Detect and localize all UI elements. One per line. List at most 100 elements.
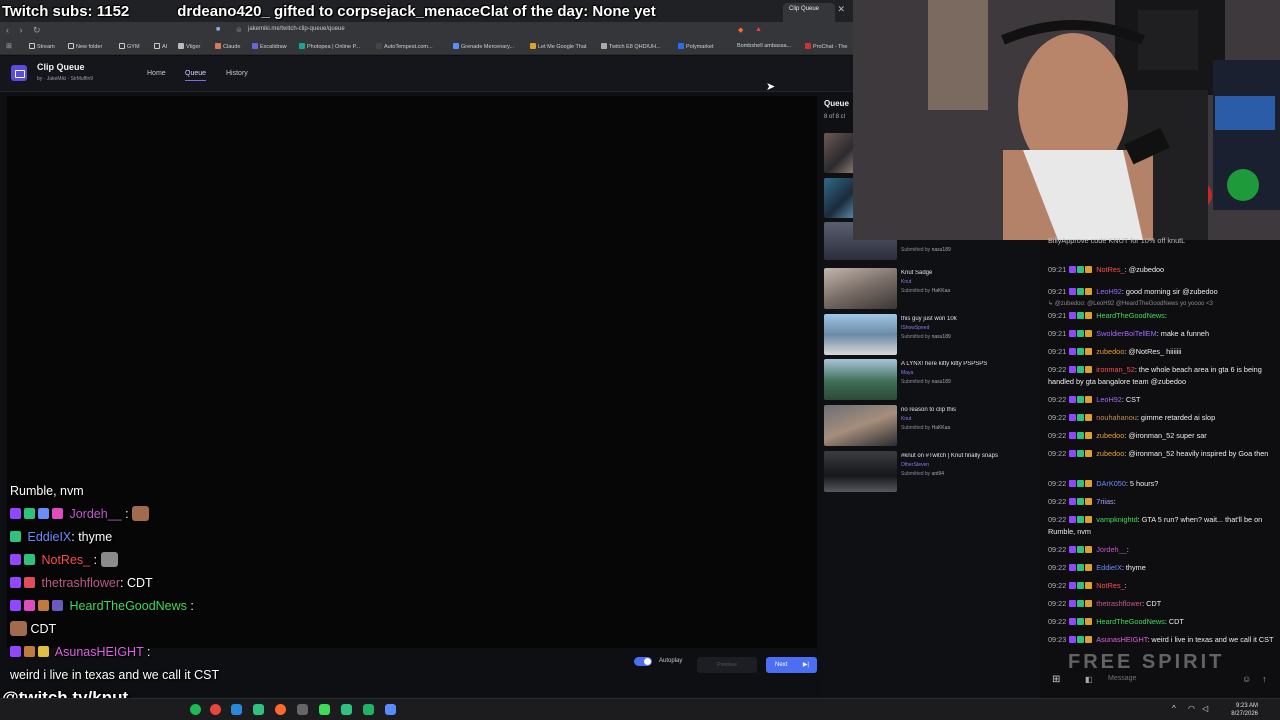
bookmark-excalidraw[interactable]: Excalidraw <box>252 43 287 50</box>
chat-username[interactable]: LeoH92 <box>1096 287 1122 296</box>
wall-poster <box>928 0 988 110</box>
badge-icon <box>1085 348 1093 355</box>
chat-username[interactable]: vampknightd <box>1096 515 1137 524</box>
chat-username[interactable]: HeardTheGoodNews <box>1096 311 1165 320</box>
chat-username[interactable]: HeardTheGoodNews <box>1096 617 1165 626</box>
volume-icon[interactable]: ◁ <box>1202 704 1208 713</box>
queue-item[interactable]: Knut Sadge Knut Submitted by HaKKaa <box>901 270 1041 294</box>
chat-username[interactable]: 7riias <box>1096 497 1113 506</box>
app-icon[interactable] <box>341 704 352 715</box>
chat-username[interactable]: EddieIX <box>1096 563 1122 572</box>
spotify-icon[interactable] <box>190 704 201 715</box>
url-field[interactable]: jakemiki.me/twitch-clip-queue/queue <box>248 26 345 32</box>
queue-item[interactable]: no reason to clip this Knut Submitted by… <box>901 407 1041 431</box>
nav-queue[interactable]: Queue <box>185 70 207 81</box>
clock-date: 8/27/2026 <box>1231 711 1258 717</box>
back-icon[interactable]: ‹ <box>6 25 9 35</box>
site-info-icon[interactable]: ⊜ <box>236 26 242 34</box>
bookmark-grenade[interactable]: Grenade Mercenary... <box>453 43 514 50</box>
bookmark-claude[interactable]: Claude <box>215 43 240 50</box>
chat-username[interactable]: nouhahanou <box>1096 413 1137 422</box>
wifi-icon[interactable]: ◠ <box>1188 704 1195 713</box>
bookmark-icon[interactable]: ■ <box>216 26 220 33</box>
chat-username[interactable]: AsunasHEIGHT <box>1096 635 1147 644</box>
nav-history[interactable]: History <box>226 70 248 77</box>
bookmark-bombshell[interactable]: Bombshell ambassa... <box>737 43 791 49</box>
badge-icon <box>38 508 49 519</box>
queue-item[interactable]: #knut on #Twitch | Knut finally snaps Ot… <box>901 453 1041 477</box>
chat-username[interactable]: NotRes_ <box>1096 265 1124 274</box>
chat-timestamp: 09:22 <box>1048 599 1067 608</box>
chat-username[interactable]: LeoH92 <box>1096 395 1122 404</box>
bookmark-new-folder[interactable]: New folder <box>68 43 102 50</box>
app-icon[interactable] <box>385 704 396 715</box>
badge-icon <box>1069 366 1077 373</box>
chat-settings-icon[interactable]: ◧ <box>1085 675 1093 684</box>
bookmark-prochat[interactable]: ProChat - The <box>805 43 847 50</box>
next-button[interactable]: Next ▶| <box>766 657 817 673</box>
badge-icon <box>1085 564 1093 571</box>
badge-icon <box>1085 288 1093 295</box>
chat-username[interactable]: zubedoo <box>1096 431 1124 440</box>
bookmark-polymarket[interactable]: Polymarket <box>678 43 714 50</box>
chat-username[interactable]: SwoldierBoiTellEM <box>1096 329 1156 338</box>
bookmark-vtiger[interactable]: Vtiger <box>178 43 200 50</box>
apps-grid-icon[interactable]: ⊞ <box>6 42 12 50</box>
queue-thumbnail[interactable] <box>824 178 854 218</box>
queue-thumbnail[interactable] <box>824 405 897 446</box>
nav-home[interactable]: Home <box>147 70 166 77</box>
chat-message: 09:22 HeardTheGoodNews: CDT <box>1048 616 1274 628</box>
chat-grid-icon[interactable]: ⊞ <box>1052 674 1060 685</box>
app-icon[interactable] <box>319 704 330 715</box>
address-bar: ‹ › ↻ ■ ⊜ jakemiki.me/twitch-clip-queue/… <box>0 22 853 40</box>
bookmark-lmgtfy[interactable]: Let Me Google That <box>530 43 587 50</box>
bookmark-twitch[interactable]: Twitch E8 QHD/UH... <box>601 43 661 50</box>
forward-icon[interactable]: › <box>20 25 23 35</box>
chat-username[interactable]: zubedoo <box>1096 347 1124 356</box>
queue-thumbnail[interactable] <box>824 451 897 492</box>
tray-chevron-icon[interactable]: ^ <box>1172 704 1176 713</box>
badge-icon <box>1069 266 1077 273</box>
chat-message-input[interactable]: Message <box>1108 675 1136 682</box>
clock[interactable]: 9:23 AM 8/27/2026 <box>1231 702 1258 718</box>
bookmark-stream[interactable]: Stream <box>29 43 55 50</box>
bookmark-ai[interactable]: AI <box>154 43 167 50</box>
chat-timestamp: 09:22 <box>1048 395 1067 404</box>
app-icon[interactable] <box>253 704 264 715</box>
chat-username[interactable]: zubedoo <box>1096 449 1124 458</box>
reload-icon[interactable]: ↻ <box>33 25 41 35</box>
badge-icon <box>1085 636 1093 643</box>
brave-icon[interactable] <box>275 704 286 715</box>
queue-thumbnail[interactable] <box>824 359 897 400</box>
overlay-chat-line: thetrashflower: CDT <box>10 574 340 597</box>
chrome-icon[interactable] <box>210 704 221 715</box>
queue-item[interactable]: this guy just won 10k IShowSpeed Submitt… <box>901 316 1041 340</box>
bookmark-gym[interactable]: GYM <box>119 43 140 50</box>
brave-shield-icon[interactable]: ◆ <box>738 26 743 34</box>
emote-picker-icon[interactable]: ☺ <box>1242 674 1251 684</box>
chat-username[interactable]: DArK050 <box>1096 479 1126 488</box>
previous-button[interactable]: Previous <box>697 657 757 673</box>
queue-item-partial[interactable]: Submitted by nasu189 <box>901 244 1041 253</box>
bookmark-autotempest[interactable]: AutoTempest.com... <box>376 43 433 50</box>
chat-message: 09:23 AsunasHEIGHT: weird i live in texas… <box>1048 634 1274 646</box>
send-icon[interactable]: ↑ <box>1262 674 1267 684</box>
app-icon[interactable] <box>297 704 308 715</box>
chat-username[interactable]: thetrashflower <box>1096 599 1142 608</box>
queue-thumbnail[interactable] <box>824 268 897 309</box>
queue-item[interactable]: A LYNX! here kitty kitty PSPSPS Maya Sub… <box>901 361 1041 385</box>
queue-thumbnail[interactable] <box>824 314 897 355</box>
chat-username[interactable]: Jordeh__ <box>1096 545 1126 554</box>
queue-thumbnail[interactable] <box>824 133 854 173</box>
chat-username[interactable]: NotRes_ <box>1096 581 1124 590</box>
chat-message-text: : CST <box>1121 395 1141 404</box>
badge-icon <box>1085 618 1093 625</box>
edge-icon[interactable] <box>231 704 242 715</box>
chat-message-text: : good morning sir @zubedoo <box>1121 287 1218 296</box>
bookmark-photopea[interactable]: Photopea | Online P... <box>299 43 360 50</box>
app-icon[interactable] <box>363 704 374 715</box>
rewards-icon[interactable]: ▲ <box>755 26 762 33</box>
autoplay-toggle[interactable] <box>634 657 652 666</box>
chat-message: 09:22 nouhahanou: gimme retarded ai slop <box>1048 412 1274 424</box>
chat-username[interactable]: ironman_52 <box>1096 365 1135 374</box>
